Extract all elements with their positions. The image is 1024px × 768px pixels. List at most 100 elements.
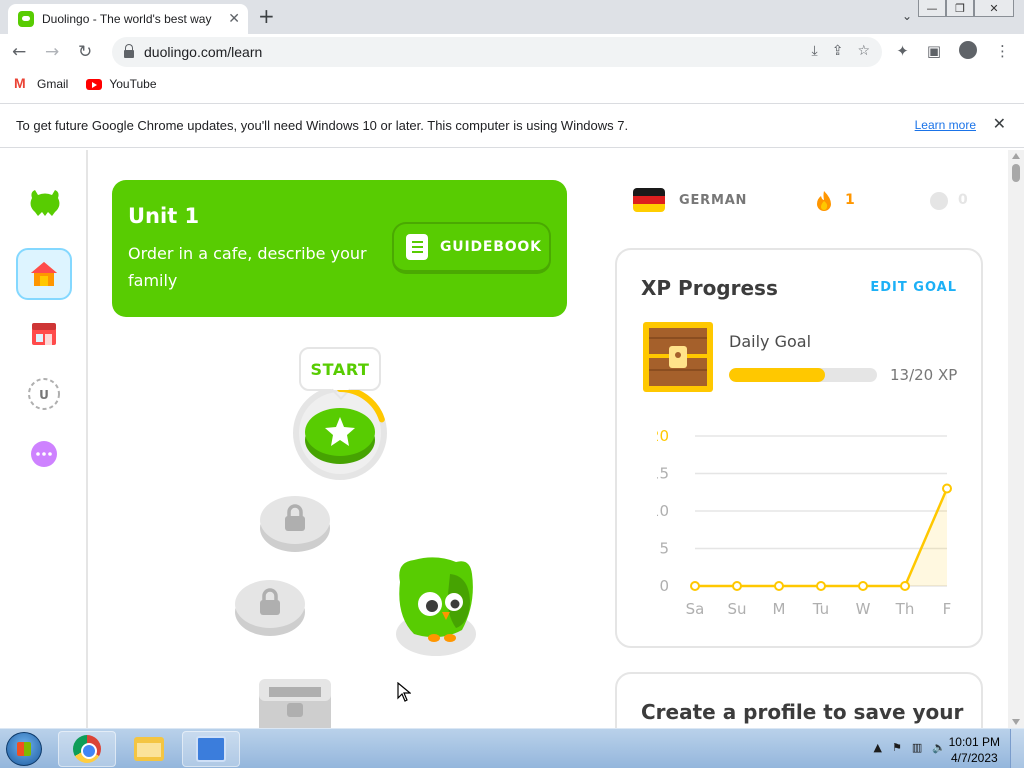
chart-ytick-label: 15 xyxy=(657,465,669,483)
action-center-icon[interactable]: ⚑ xyxy=(892,741,902,754)
xp-progress-card: XP Progress EDIT GOAL Daily Goal 13/20 X… xyxy=(615,248,983,648)
chart-xtick-label: Su xyxy=(727,600,746,618)
menu-icon[interactable]: ⋮ xyxy=(995,42,1010,60)
install-icon[interactable]: ⤓ xyxy=(812,43,818,59)
infobar-message: To get future Google Chrome updates, you… xyxy=(16,118,629,133)
system-clock[interactable]: 10:01 PM 4/7/2023 xyxy=(949,734,1000,766)
volume-icon[interactable]: 🔈 xyxy=(932,741,946,754)
sidebar-item-learn[interactable] xyxy=(16,248,72,300)
chart-point xyxy=(942,483,952,494)
daily-goal-progress-fill xyxy=(729,368,826,382)
lock-icon[interactable] xyxy=(124,44,134,58)
chart-ytick-label: 0 xyxy=(659,577,669,595)
profile-icon: U xyxy=(28,378,60,410)
bookmark-label: Gmail xyxy=(37,77,69,91)
lock-icon xyxy=(260,600,280,615)
share-icon[interactable]: ⇪ xyxy=(832,43,844,59)
clock-time: 10:01 PM xyxy=(948,735,1000,749)
language-label[interactable]: GERMAN xyxy=(679,193,747,208)
edit-goal-button[interactable]: EDIT GOAL xyxy=(870,280,957,295)
bookmark-label: YouTube xyxy=(109,77,157,91)
home-icon xyxy=(31,262,57,286)
network-icon[interactable]: ▥ xyxy=(912,741,922,754)
tab-search-icon[interactable]: ⌄ xyxy=(902,9,912,23)
youtube-icon xyxy=(86,78,103,90)
gem-icon[interactable] xyxy=(930,192,948,210)
taskbar-chrome-button[interactable] xyxy=(58,731,116,767)
side-panel-icon[interactable]: ▣ xyxy=(927,42,941,60)
profile-icon[interactable] xyxy=(959,41,977,59)
window-controls: — ❐ ✕ xyxy=(918,0,1014,17)
unit-description: Order in a cafe, describe your family xyxy=(128,244,367,290)
more-icon xyxy=(31,441,57,467)
chart-xtick-label: F xyxy=(943,600,952,618)
create-profile-card: Create a profile to save your xyxy=(615,672,983,728)
tab-close-icon[interactable]: ✕ xyxy=(228,11,240,27)
german-flag-icon[interactable] xyxy=(633,188,665,212)
right-column: GERMAN 1 0 XP Progress EDIT GOAL Daily G… xyxy=(615,150,985,728)
create-profile-text: Create a profile to save your xyxy=(641,700,964,724)
extensions-icon[interactable]: ✦ xyxy=(896,42,909,60)
control-panel-icon xyxy=(196,736,226,762)
scroll-up-icon[interactable] xyxy=(1012,153,1020,159)
tab-title: Duolingo - The world's best way xyxy=(42,12,212,26)
omnibox-actions: ⤓ ⇪ ☆ xyxy=(812,43,871,59)
bookmark-youtube[interactable]: YouTube xyxy=(86,77,157,91)
guidebook-button[interactable]: GUIDEBOOK xyxy=(392,222,551,274)
gmail-icon xyxy=(14,75,30,91)
chart-ytick-label: 20 xyxy=(657,427,669,445)
forward-icon[interactable]: → xyxy=(45,42,59,62)
mouse-cursor-icon xyxy=(397,682,411,702)
locked-chest-icon[interactable] xyxy=(255,675,335,728)
taskbar-explorer-button[interactable] xyxy=(120,731,178,767)
daily-goal-value: 13/20 XP xyxy=(890,366,958,384)
page-scrollbar[interactable] xyxy=(1008,150,1024,728)
folder-icon xyxy=(134,737,164,761)
gem-count: 0 xyxy=(958,192,968,208)
bookmarks-bar: Gmail YouTube xyxy=(0,70,1024,98)
address-bar[interactable]: duolingo.com/learn ⤓ ⇪ ☆ xyxy=(112,37,882,67)
left-sidebar: U xyxy=(0,150,88,728)
streak-flame-icon[interactable] xyxy=(815,190,833,212)
tray-expand-icon[interactable]: ▲ xyxy=(874,741,882,754)
infobar-close-icon[interactable]: ✕ xyxy=(993,114,1006,134)
url-text[interactable]: duolingo.com/learn xyxy=(144,44,262,60)
minimize-button[interactable]: — xyxy=(918,0,946,17)
chart-xtick-label: Tu xyxy=(812,600,829,618)
guidebook-icon xyxy=(406,234,428,260)
show-desktop-button[interactable] xyxy=(1010,729,1024,768)
learn-more-link[interactable]: Learn more xyxy=(915,118,976,132)
system-tray: ▲ ⚑ ▥ 🔈 xyxy=(874,741,946,754)
reload-icon[interactable]: ↻ xyxy=(78,42,92,62)
sidebar-item-shop[interactable] xyxy=(16,308,72,360)
update-infobar: To get future Google Chrome updates, you… xyxy=(0,103,1024,148)
chart-ytick-label: 10 xyxy=(657,502,669,520)
browser-tab[interactable]: Duolingo - The world's best way ✕ xyxy=(8,4,248,34)
start-tooltip: START xyxy=(299,347,381,391)
bookmark-star-icon[interactable]: ☆ xyxy=(857,43,870,59)
streak-count: 1 xyxy=(845,192,855,208)
maximize-button[interactable]: ❐ xyxy=(946,0,974,17)
taskbar-control-panel-button[interactable] xyxy=(182,731,240,767)
browser-toolbar: ← → ↻ duolingo.com/learn ⤓ ⇪ ☆ ✦ ▣ ⋮ xyxy=(0,34,1024,70)
scroll-down-icon[interactable] xyxy=(1012,719,1020,725)
scroll-thumb[interactable] xyxy=(1012,164,1020,182)
close-window-button[interactable]: ✕ xyxy=(974,0,1014,17)
start-button[interactable] xyxy=(6,732,42,766)
duolingo-page: U Unit 1 Order in a cafe, describe your … xyxy=(0,150,1008,728)
sidebar-item-profile[interactable]: U xyxy=(16,368,72,420)
chart-series-line xyxy=(695,488,949,588)
back-icon[interactable]: ← xyxy=(12,42,26,62)
chart-point xyxy=(858,581,868,591)
new-tab-button[interactable]: + xyxy=(258,4,275,28)
sidebar-item-more[interactable] xyxy=(16,428,72,480)
duolingo-logo-icon[interactable] xyxy=(28,188,62,218)
bookmark-gmail[interactable]: Gmail xyxy=(14,75,69,91)
duo-owl-mascot-icon xyxy=(396,557,476,656)
locked-lesson-node[interactable] xyxy=(259,488,331,554)
locked-lesson-node[interactable] xyxy=(234,572,306,638)
xp-title: XP Progress xyxy=(641,276,778,300)
chart-point xyxy=(690,581,700,591)
chart-point xyxy=(774,581,784,591)
start-lesson-node[interactable] xyxy=(289,390,391,480)
